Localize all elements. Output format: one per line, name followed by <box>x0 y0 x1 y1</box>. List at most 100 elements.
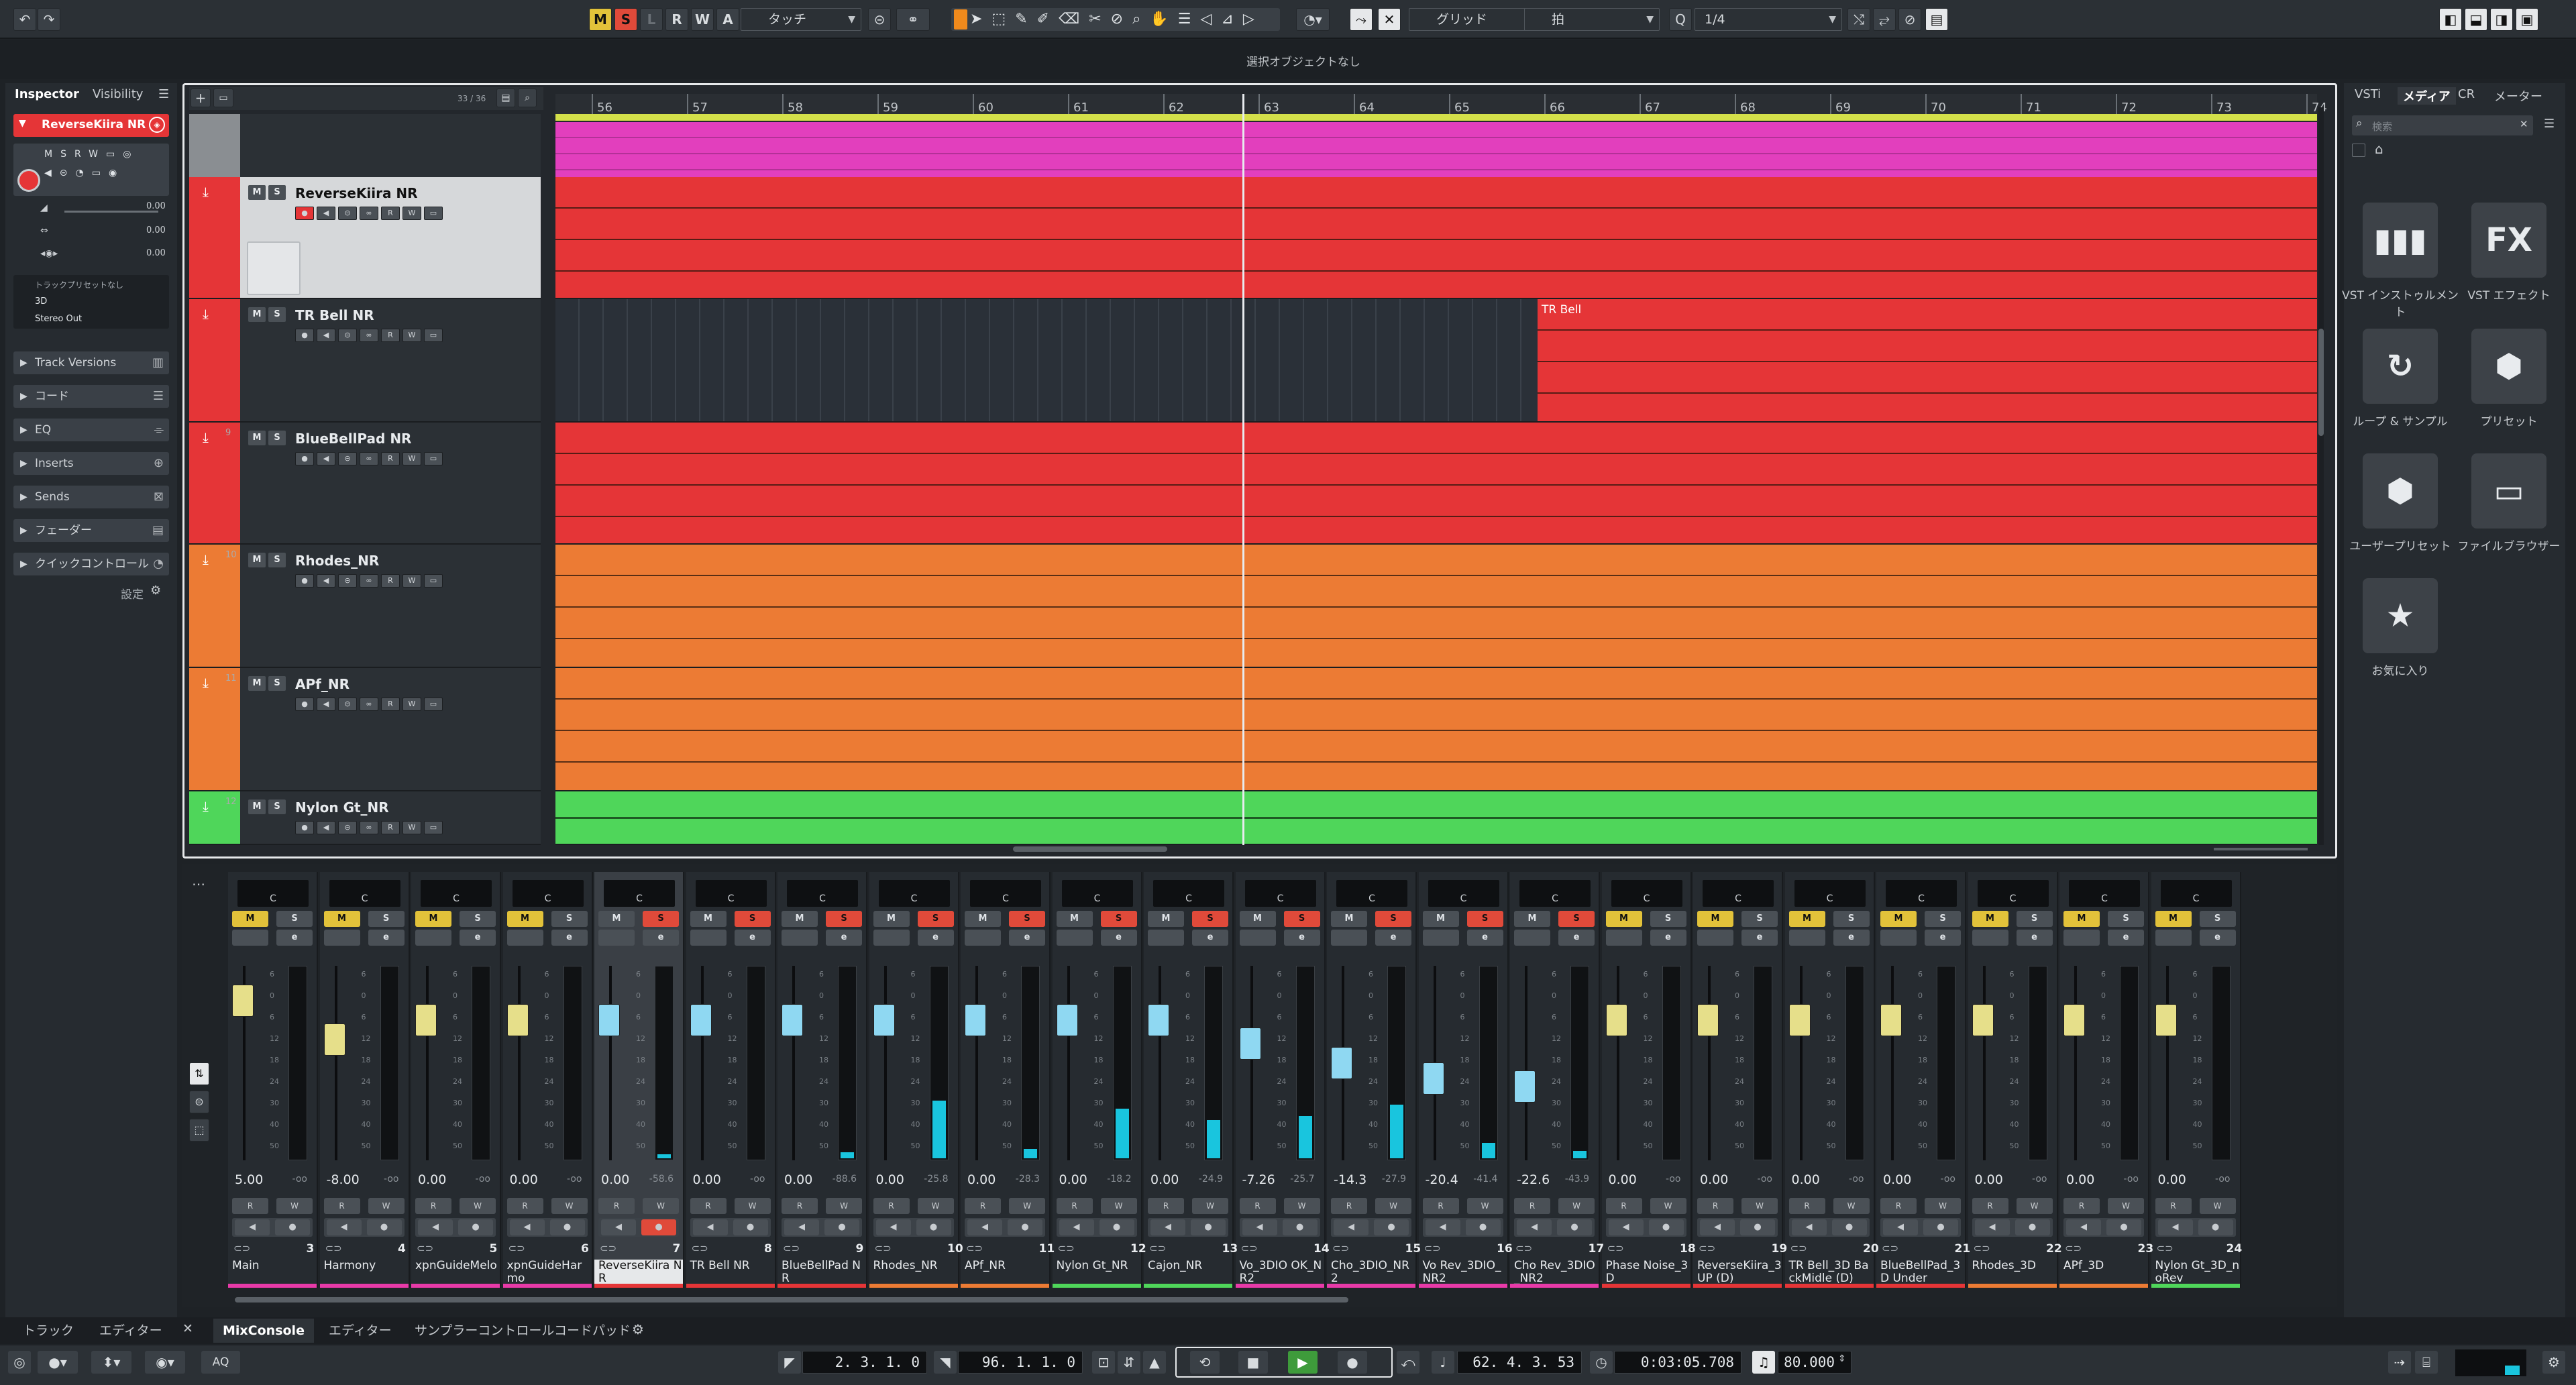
tempo-track-icon[interactable]: ♫ <box>1752 1351 1775 1374</box>
tab-track[interactable]: トラック <box>23 1321 74 1340</box>
read-button[interactable]: R <box>1239 1198 1276 1214</box>
track-mini-button[interactable]: ∞ <box>360 329 378 342</box>
solo-button[interactable]: S <box>268 553 286 567</box>
edit-channel-button[interactable]: e <box>1558 930 1595 946</box>
media-tab-3[interactable]: メーター <box>2494 87 2542 105</box>
write-button[interactable]: W <box>368 1198 405 1214</box>
volume-readout[interactable]: 0.00 <box>418 1172 446 1187</box>
track-mini-button[interactable]: ⊝ <box>338 698 357 711</box>
read-button[interactable]: R <box>232 1198 268 1214</box>
left-locator-icon[interactable]: ◤ <box>778 1351 801 1374</box>
track-header[interactable]: ⤓ M S Rhodes_NR ● ◀ ⊝ ∞ R W ▭ 10 <box>189 545 541 668</box>
track-lane[interactable] <box>555 668 2317 791</box>
fader-handle[interactable] <box>1148 1004 1169 1037</box>
read-button[interactable]: R <box>506 1198 543 1214</box>
mute-button[interactable]: M <box>2155 911 2192 927</box>
mute-button[interactable]: M <box>1788 911 1825 927</box>
solo-button[interactable]: S <box>1558 911 1595 927</box>
channel-name[interactable]: Cho Rev_3DIO_NR2 <box>1510 1260 1599 1286</box>
fader-handle[interactable] <box>415 1004 437 1037</box>
vertical-scrollbar[interactable] <box>2318 107 2324 845</box>
listen-button[interactable] <box>1056 930 1093 946</box>
channel-name[interactable]: Main <box>228 1260 317 1286</box>
track-lane[interactable] <box>555 545 2317 668</box>
track-mini-button[interactable]: ● <box>295 329 314 342</box>
volume-readout[interactable]: -14.3 <box>1334 1172 1366 1187</box>
edit-channel-button[interactable]: e <box>368 930 405 946</box>
cycle-button[interactable]: ⟲ <box>1190 1351 1220 1374</box>
listen-button[interactable] <box>1422 930 1459 946</box>
edit-channel-button[interactable]: e <box>1375 930 1411 946</box>
track-mini-button[interactable]: ◀ <box>317 698 335 711</box>
solo-button[interactable]: S <box>276 911 313 927</box>
link-icon[interactable]: ⊂⊃ <box>2157 1242 2174 1254</box>
mixer-fader-view-button[interactable]: ⇅ <box>189 1062 209 1085</box>
link-icon[interactable]: ⊂⊃ <box>1882 1242 1898 1254</box>
write-button[interactable]: W <box>1833 1198 1870 1214</box>
musical-mode-icon[interactable]: ♩ <box>1432 1351 1454 1374</box>
track-mini-button[interactable]: W <box>402 207 421 220</box>
channel-name[interactable]: Vo_3DIO OK_NR2 <box>1236 1260 1324 1286</box>
track-mini-button[interactable]: ▭ <box>424 207 443 220</box>
mute-button[interactable]: M <box>415 911 451 927</box>
monitor-button[interactable]: ◀ <box>601 1219 636 1235</box>
track-mini-button[interactable]: ∞ <box>360 698 378 711</box>
channel-name[interactable]: APf_3D <box>2059 1260 2148 1286</box>
link-icon[interactable]: ⊂⊃ <box>692 1242 708 1254</box>
track-name[interactable]: Nylon Gt_NR <box>295 799 389 816</box>
volume-readout[interactable]: 0.00 <box>784 1172 812 1187</box>
mute-button[interactable]: M <box>248 676 266 691</box>
record-button[interactable]: ● <box>1338 1351 1367 1374</box>
record-enable-button[interactable]: ● <box>1282 1219 1318 1235</box>
track-mini-button[interactable]: ◀ <box>317 574 335 588</box>
solo-button[interactable]: S <box>1100 911 1137 927</box>
home-icon[interactable]: ⌂ <box>2375 141 2383 157</box>
record-enable-button[interactable]: ● <box>1191 1219 1226 1235</box>
write-button[interactable]: W <box>1192 1198 1228 1214</box>
track-mini-button[interactable]: R <box>381 698 400 711</box>
undo-button[interactable]: ↶ <box>13 8 36 31</box>
mute-button[interactable]: M <box>1422 911 1459 927</box>
tools-glyphs[interactable]: ➤⬚✎✐⌫✂⊘⌕✋☰◁⊿▷ <box>970 8 1279 31</box>
fader-handle[interactable] <box>1331 1047 1352 1079</box>
listen-button[interactable] <box>1788 930 1825 946</box>
volume-readout[interactable]: 0.00 <box>967 1172 996 1187</box>
edit-channel-button[interactable]: e <box>1650 930 1686 946</box>
listen-button[interactable] <box>2155 930 2192 946</box>
track-lane[interactable] <box>555 791 2317 845</box>
track-mini-button[interactable]: R <box>381 821 400 834</box>
monitor-button[interactable]: ◀ <box>1059 1219 1094 1235</box>
left-zone-toggle[interactable]: ◧ <box>2439 8 2462 31</box>
edit-channel-button[interactable]: e <box>826 930 862 946</box>
write-button[interactable]: W <box>1283 1198 1320 1214</box>
track-mini-button[interactable]: R <box>381 452 400 465</box>
arrow-tool-icon[interactable] <box>954 9 967 30</box>
solo-button[interactable]: S <box>1466 911 1503 927</box>
listen-button[interactable] <box>2063 930 2100 946</box>
inspector-menu-icon[interactable]: ☰ <box>158 87 169 101</box>
aq-button[interactable]: AQ <box>201 1351 240 1374</box>
lock-icon[interactable]: ⊡ <box>1092 1351 1115 1374</box>
fader-handle[interactable] <box>1972 1004 1994 1037</box>
track-preset[interactable]: トラックプリセットなし <box>35 279 123 290</box>
write-button[interactable]: W <box>1375 1198 1411 1214</box>
mute-button[interactable]: M <box>323 911 360 927</box>
piano-keys-icon[interactable]: ▮▮▮ <box>2363 203 2438 278</box>
mute-button[interactable]: M <box>1514 911 1550 927</box>
read-button[interactable]: R <box>1331 1198 1367 1214</box>
mute-button[interactable]: M <box>248 431 266 445</box>
link-icon[interactable]: ⊂⊃ <box>1607 1242 1624 1254</box>
track-visibility-button[interactable]: ▤ <box>496 89 515 107</box>
write-button[interactable]: W <box>1009 1198 1045 1214</box>
channel-name[interactable]: Vo Rev_3DIO_NR2 <box>1419 1260 1507 1286</box>
write-button[interactable]: W <box>1741 1198 1778 1214</box>
solo-button[interactable]: S <box>917 911 954 927</box>
track-mini-button[interactable]: ⊝ <box>338 821 357 834</box>
record-enable-button[interactable]: ● <box>549 1219 585 1235</box>
volume-readout[interactable]: 0.00 <box>510 1172 538 1187</box>
horizontal-scroll-thumb[interactable] <box>1013 846 1167 852</box>
channel-name[interactable]: Cajon_NR <box>1144 1260 1232 1286</box>
track-header[interactable]: ⤓ M S ReverseKiira NR ● ◀ ⊝ ∞ R W ▭ <box>189 177 541 299</box>
volume-readout[interactable]: 0.00 <box>2066 1172 2094 1187</box>
link-icon[interactable]: ⊂⊃ <box>875 1242 892 1254</box>
